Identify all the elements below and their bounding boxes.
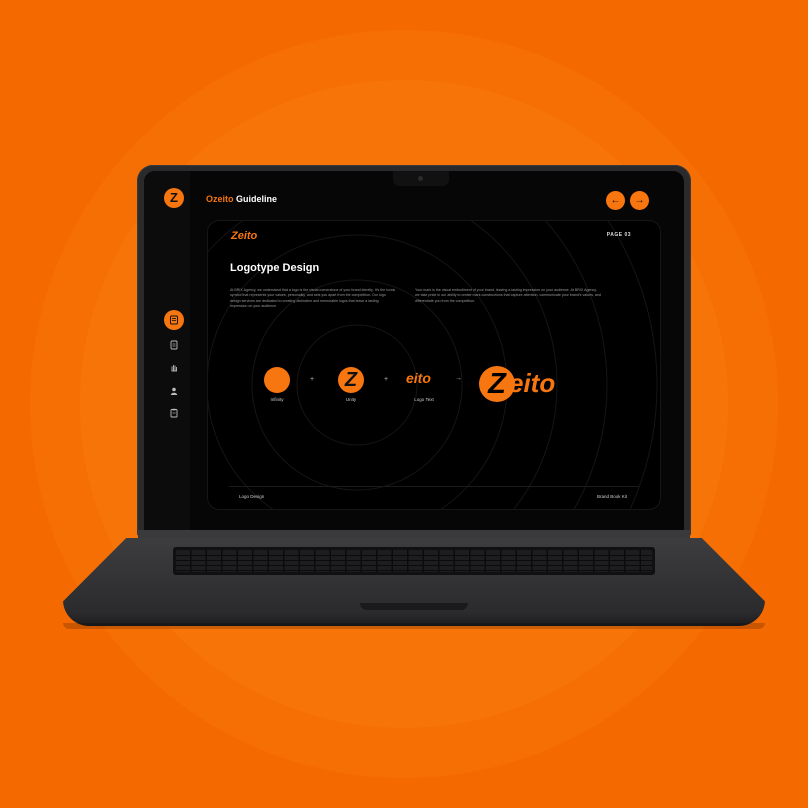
page-card: Zeito PAGE 03 Logotype Design At BRIX Ag… — [207, 220, 661, 510]
arrow-operator: → — [455, 375, 462, 382]
step-label-unity: Unity — [345, 397, 357, 402]
step-label-logo-text: Logo Text — [414, 397, 434, 402]
logo-text-mark: eito — [406, 370, 431, 386]
document-icon — [170, 340, 178, 350]
keyboard-keys — [176, 550, 652, 572]
laptop-screen: Z Ozeito Guideline ← → Zeito PAGE 03 Log… — [144, 171, 684, 531]
sidebar-item-hand[interactable] — [164, 358, 184, 378]
final-logo-text: eito — [509, 368, 556, 398]
footer-section-name: Logo Design — [239, 494, 265, 499]
paragraph-left: At BRIX Agency, we understand that a log… — [230, 288, 396, 309]
sidebar-item-book[interactable] — [164, 310, 184, 330]
prev-page-button[interactable]: ← — [606, 191, 625, 210]
book-icon — [170, 315, 178, 325]
plus-operator: + — [310, 376, 315, 383]
plus-operator-2: + — [384, 376, 389, 383]
sidebar-item-clipboard[interactable] — [164, 403, 184, 423]
sidebar: Z — [144, 171, 190, 531]
hand-icon — [171, 365, 177, 372]
camera-icon — [418, 176, 423, 181]
footer-document-name: Brand Book Kit — [596, 494, 627, 499]
key-row-divider — [176, 570, 652, 571]
camera-notch — [393, 171, 449, 186]
final-logo: Z eito — [479, 363, 574, 407]
keyboard — [173, 547, 655, 575]
arrow-left-icon: ← — [610, 195, 621, 206]
clipboard-icon — [170, 408, 178, 418]
app-logo-icon[interactable]: Z — [164, 188, 184, 208]
key-row-divider — [176, 555, 652, 556]
arrow-right-icon: → — [634, 195, 645, 206]
app-title-suffix: Guideline — [236, 194, 278, 204]
footer-divider — [229, 486, 639, 487]
page-heading: Logotype Design — [230, 262, 320, 274]
user-icon — [170, 387, 178, 395]
laptop-thumb-notch — [360, 603, 468, 610]
next-page-button[interactable]: → — [630, 191, 649, 210]
step-label-infinity: Infinity — [270, 397, 284, 402]
infinity-mark — [264, 367, 290, 393]
key-row-divider — [176, 565, 652, 566]
app-title: Ozeito Guideline — [206, 194, 277, 204]
sidebar-item-user[interactable] — [164, 381, 184, 401]
page-brand-logo: Zeito — [231, 230, 258, 242]
key-row-divider — [176, 560, 652, 561]
page-number: PAGE 03 — [606, 232, 631, 238]
laptop-shadow — [63, 623, 765, 629]
sidebar-item-document[interactable] — [164, 335, 184, 355]
paragraph-right: Your mark is the visual embodiment of yo… — [415, 288, 601, 303]
laptop-lid: Z Ozeito Guideline ← → Zeito PAGE 03 Log… — [137, 165, 691, 537]
unity-mark: Z — [338, 367, 364, 393]
app-title-brand: Ozeito — [206, 194, 234, 204]
